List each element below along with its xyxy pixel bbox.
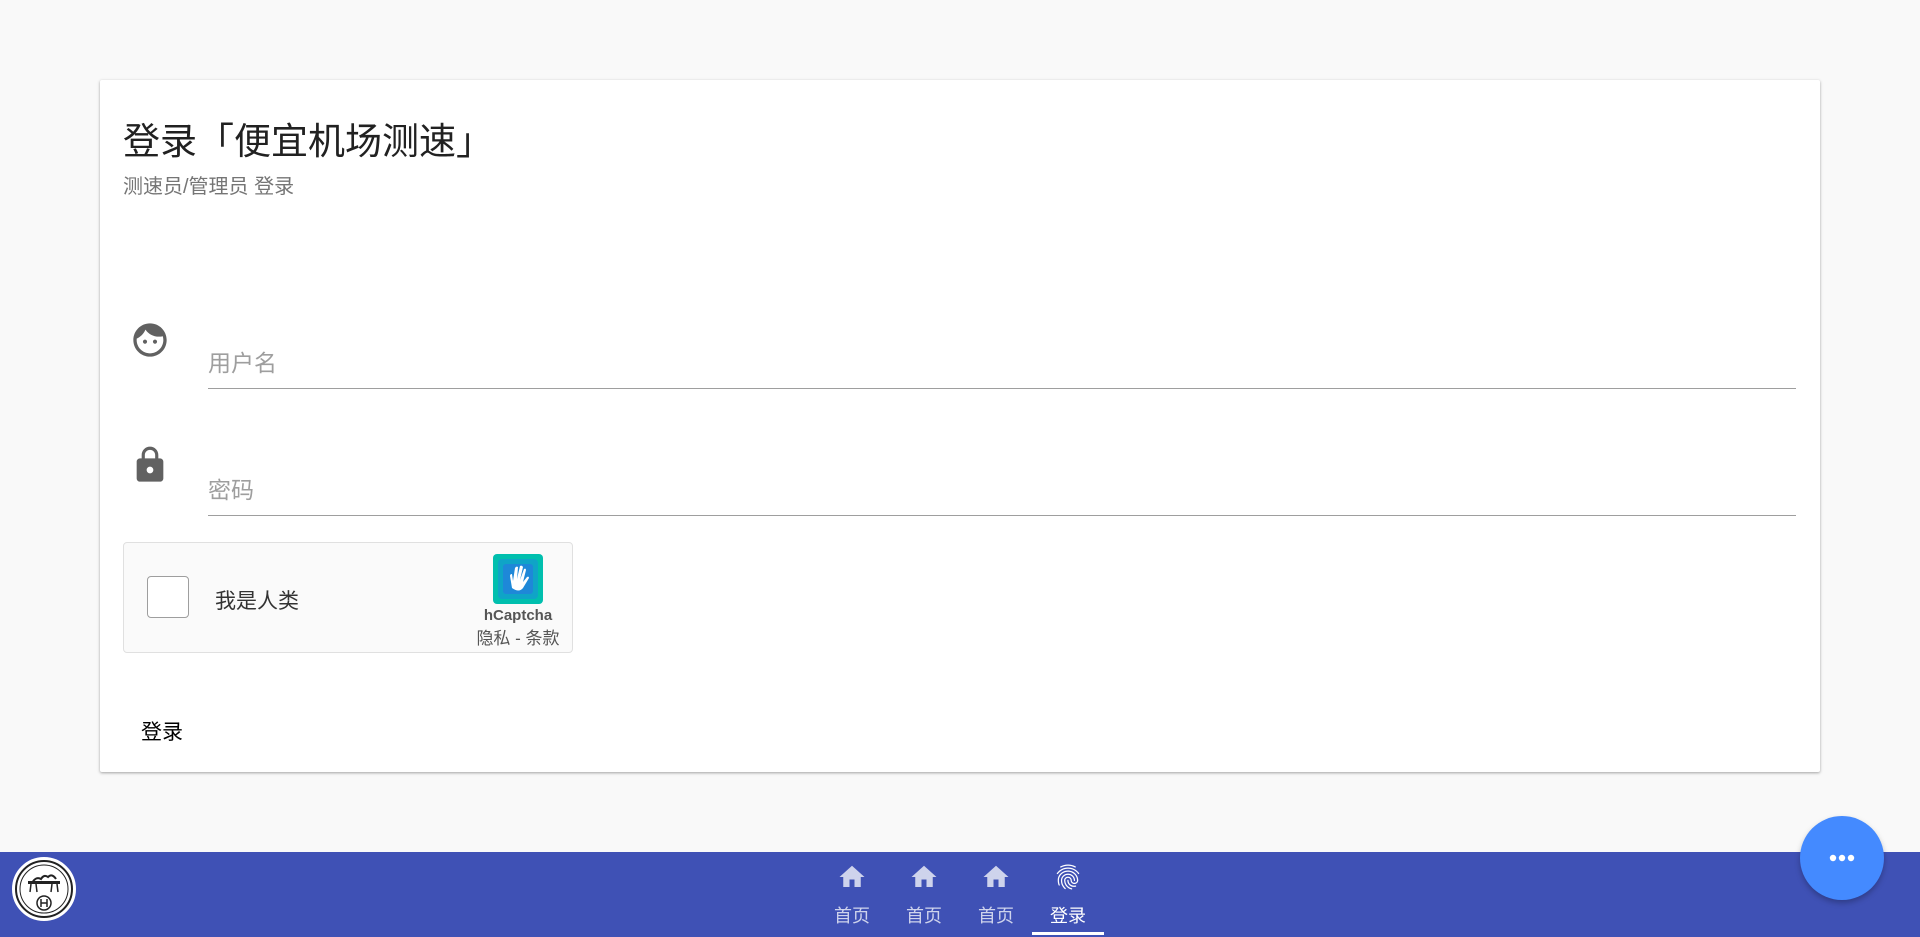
login-button[interactable]: 登录 <box>131 710 193 752</box>
nav-item-login[interactable]: 登录 <box>1032 852 1104 935</box>
home-icon <box>981 862 1011 892</box>
site-logo[interactable] <box>12 857 76 921</box>
hcaptcha-widget: 我是人类 hCaptcha 隐私 - 条款 <box>123 542 573 653</box>
nav-label: 首页 <box>906 906 942 926</box>
bottom-navigation: 首页 首页 首页 登录 <box>0 852 1920 937</box>
captcha-privacy-link[interactable]: 隐私 <box>476 629 510 648</box>
captcha-links-separator: - <box>510 629 526 648</box>
password-input[interactable] <box>208 465 1796 516</box>
face-icon <box>130 320 170 360</box>
login-card: 登录「便宜机场测速」 测速员/管理员 登录 我是人类 hCaptcha 隐私 -… <box>100 80 1820 772</box>
nav-item-home-2[interactable]: 首页 <box>888 852 960 934</box>
page-title: 登录「便宜机场测速」 <box>123 121 493 162</box>
nav-label: 首页 <box>978 906 1014 926</box>
captcha-label: 我是人类 <box>215 590 299 613</box>
hcaptcha-brand: hCaptcha <box>483 607 553 624</box>
lock-icon <box>130 445 170 485</box>
home-icon <box>837 862 867 892</box>
captcha-terms-link[interactable]: 条款 <box>526 629 560 648</box>
more-fab-button[interactable] <box>1800 816 1884 900</box>
nav-label: 首页 <box>834 906 870 926</box>
nav-label: 登录 <box>1050 906 1086 926</box>
nav-item-home-3[interactable]: 首页 <box>960 852 1032 934</box>
fingerprint-icon <box>1053 862 1083 892</box>
nav-item-home-1[interactable]: 首页 <box>816 852 888 934</box>
home-icon <box>909 862 939 892</box>
captcha-links: 隐私 - 条款 <box>469 624 567 649</box>
hcaptcha-logo-icon <box>493 554 543 604</box>
page-subtitle: 测速员/管理员 登录 <box>123 176 295 198</box>
username-input[interactable] <box>208 338 1796 389</box>
captcha-checkbox[interactable] <box>147 576 189 618</box>
